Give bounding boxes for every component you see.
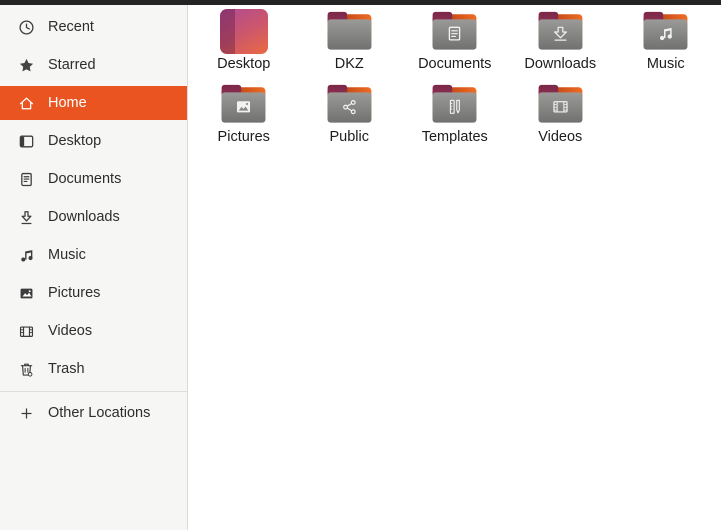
file-item-dkz[interactable]: DKZ (297, 6, 403, 79)
file-item-music[interactable]: Music (613, 6, 719, 79)
sidebar-item-label: Starred (48, 57, 96, 73)
file-label: Pictures (217, 129, 270, 145)
sidebar-item-label: Trash (48, 361, 85, 377)
places-sidebar: Recent Starred Home Desktop Documents Do… (0, 5, 188, 530)
file-grid: Desktop DKZ Documents Downloads Music Pi… (188, 5, 721, 530)
sidebar-item-pictures[interactable]: Pictures (0, 274, 187, 312)
file-label: Downloads (524, 56, 597, 72)
sidebar-item-label: Recent (48, 19, 94, 35)
folder-videos-icon (533, 79, 587, 129)
sidebar-item-recent[interactable]: Recent (0, 8, 187, 46)
folder-public-icon (322, 79, 376, 129)
sidebar-item-home[interactable]: Home (0, 86, 187, 120)
file-label: Documents (418, 56, 492, 72)
folder-music-icon (639, 6, 693, 56)
sidebar-item-videos[interactable]: Videos (0, 312, 187, 350)
file-manager-window: Recent Starred Home Desktop Documents Do… (0, 5, 721, 530)
sidebar-item-starred[interactable]: Starred (0, 46, 187, 84)
trash-icon (18, 361, 35, 378)
file-label: Videos (538, 129, 583, 145)
sidebar-item-label: Pictures (48, 285, 101, 301)
sidebar-item-music[interactable]: Music (0, 236, 187, 274)
file-label: DKZ (334, 56, 364, 72)
file-item-documents[interactable]: Documents (402, 6, 508, 79)
sidebar-item-label: Documents (48, 171, 122, 187)
sidebar-item-trash[interactable]: Trash (0, 350, 187, 388)
file-item-videos[interactable]: Videos (508, 79, 614, 152)
sidebar-item-label: Home (48, 95, 87, 111)
sidebar-item-other-locations[interactable]: Other Locations (0, 394, 187, 432)
home-icon (18, 95, 35, 112)
desktop-gradient-icon (217, 6, 271, 56)
file-item-downloads[interactable]: Downloads (508, 6, 614, 79)
sidebar-item-downloads[interactable]: Downloads (0, 198, 187, 236)
file-item-desktop[interactable]: Desktop (191, 6, 297, 79)
sidebar-item-documents[interactable]: Documents (0, 160, 187, 198)
sidebar-separator (0, 391, 187, 392)
sidebar-item-desktop[interactable]: Desktop (0, 122, 187, 160)
folder-documents-icon (428, 6, 482, 56)
file-label: Music (646, 56, 685, 72)
file-label: Public (329, 129, 370, 145)
film-strip-icon (18, 323, 35, 340)
folder-plain-icon (322, 6, 376, 56)
sidebar-item-label: Desktop (48, 133, 102, 149)
sidebar-item-label: Downloads (48, 209, 120, 225)
sidebar-item-label: Music (48, 247, 86, 263)
picture-icon (18, 285, 35, 302)
file-item-pictures[interactable]: Pictures (191, 79, 297, 152)
desktop-icon (18, 133, 35, 150)
file-item-templates[interactable]: Templates (402, 79, 508, 152)
file-label: Templates (421, 129, 488, 145)
star-icon (18, 57, 35, 74)
download-arrow-icon (18, 209, 35, 226)
sidebar-item-label: Videos (48, 323, 93, 339)
document-icon (18, 171, 35, 188)
folder-pictures-icon (217, 79, 271, 129)
music-note-icon (18, 247, 35, 264)
file-item-public[interactable]: Public (297, 79, 403, 152)
recent-clock-icon (18, 19, 35, 36)
file-label: Desktop (217, 56, 271, 72)
sidebar-item-label: Other Locations (48, 405, 151, 421)
folder-templates-icon (428, 79, 482, 129)
plus-icon (18, 405, 35, 422)
folder-downloads-icon (533, 6, 587, 56)
